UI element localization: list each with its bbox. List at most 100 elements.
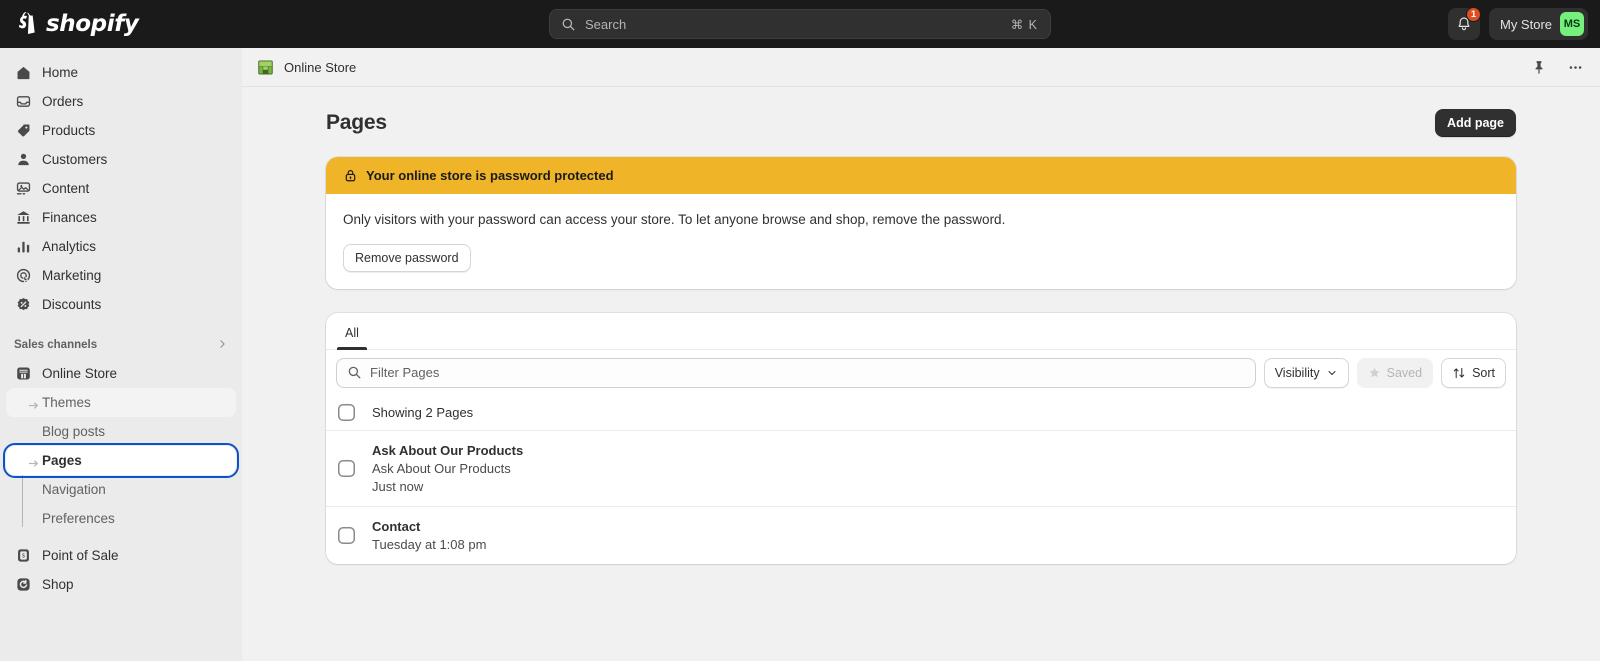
sort-button[interactable]: Sort [1441,358,1506,388]
shop-icon [14,575,33,594]
content-header: Online Store [242,48,1600,87]
search-icon [561,17,576,32]
saved-label: Saved [1387,366,1422,380]
sidebar-section-sales-channels[interactable]: Sales channels [6,331,236,359]
sidebar-item-label: Preferences [42,511,115,526]
banner-body: Only visitors with your password can acc… [326,194,1516,289]
online-store-green-icon [256,58,275,77]
sidebar-item-preferences[interactable]: Preferences [6,504,236,533]
breadcrumb-label: Online Store [284,60,356,75]
visibility-filter-button[interactable]: Visibility [1264,358,1349,388]
sidebar-item-discounts[interactable]: Discounts [6,290,236,319]
filter-placeholder: Filter Pages [370,365,439,380]
sidebar-item-label: Online Store [42,366,117,381]
storefront-icon [14,364,33,383]
row-title: Ask About Our Products [372,443,523,458]
row-subtitle: Ask About Our Products [372,461,523,476]
bar-chart-icon [14,237,33,256]
sidebar-item-label: Pages [42,453,82,468]
sidebar-item-finances[interactable]: Finances [6,203,236,232]
sidebar-item-label: Marketing [42,268,101,283]
notifications-button[interactable]: 1 [1448,8,1480,40]
search-placeholder: Search [585,17,1002,32]
saved-views-button: Saved [1357,358,1433,388]
sidebar-item-label: Blog posts [42,424,105,439]
content-image-icon [14,179,33,198]
sidebar-item-home[interactable]: Home [6,58,236,87]
sort-label: Sort [1472,366,1495,380]
search-input[interactable]: Search ⌘ K [549,9,1051,39]
content-header-actions [1528,56,1586,78]
discount-badge-icon [14,295,33,314]
row-title: Contact [372,519,486,534]
avatar: MS [1560,12,1584,36]
target-icon [14,266,33,285]
sidebar: Home Orders Products Customers Content [0,48,242,661]
row-timestamp: Just now [372,479,523,494]
shopify-logo[interactable]: shopify [14,10,138,38]
store-name-label: My Store [1500,17,1552,32]
row-checkbox[interactable] [338,460,355,477]
global-search[interactable]: Search ⌘ K [549,9,1051,39]
person-icon [14,150,33,169]
add-page-button[interactable]: Add page [1435,109,1516,137]
tab-bar: All [326,313,1516,350]
select-all-checkbox[interactable] [338,404,355,421]
visibility-label: Visibility [1275,366,1320,380]
sidebar-item-label: Themes [42,395,91,410]
sidebar-item-products[interactable]: Products [6,116,236,145]
table-row[interactable]: Contact Tuesday at 1:08 pm [326,507,1516,564]
store-menu-button[interactable]: My Store MS [1489,8,1588,40]
sidebar-item-label: Finances [42,210,97,225]
row-checkbox[interactable] [338,527,355,544]
sidebar-item-online-store[interactable]: Online Store [6,359,236,388]
product-tag-icon [14,121,33,140]
star-icon [1368,366,1381,379]
sidebar-item-customers[interactable]: Customers [6,145,236,174]
filter-bar: Filter Pages Visibility [326,350,1516,396]
tree-branch-arrow-icon [28,398,41,407]
ellipsis-icon [1567,59,1584,76]
sidebar-item-analytics[interactable]: Analytics [6,232,236,261]
pin-button[interactable] [1528,56,1550,78]
sidebar-item-blog-posts[interactable]: Blog posts [6,417,236,446]
lock-icon [343,168,358,183]
sidebar-item-pages[interactable]: Pages [6,446,236,475]
orders-inbox-icon [14,92,33,111]
svg-text:$: $ [22,552,25,559]
sidebar-item-navigation[interactable]: Navigation [6,475,236,504]
tab-all[interactable]: All [337,318,367,349]
sidebar-item-label: Point of Sale [42,548,119,563]
sidebar-item-themes[interactable]: Themes [6,388,236,417]
top-bar: shopify Search ⌘ K 1 My Store MS [0,0,1600,48]
banner-title: Your online store is password protected [366,168,614,183]
filter-pages-input[interactable]: Filter Pages [336,358,1256,388]
banner-header: Your online store is password protected [326,157,1516,194]
sidebar-item-label: Content [42,181,89,196]
section-label: Sales channels [14,339,97,351]
tree-branch-arrow-icon [28,456,41,465]
chevron-right-icon [216,338,228,353]
sidebar-item-shop[interactable]: Shop [6,570,236,599]
sidebar-item-point-of-sale[interactable]: $ Point of Sale [6,541,236,570]
notification-count-badge: 1 [1466,7,1481,22]
sidebar-item-marketing[interactable]: Marketing [6,261,236,290]
sidebar-item-label: Shop [42,577,74,592]
shopify-bag-icon [14,10,39,38]
chevron-down-icon [1326,367,1338,379]
table-row[interactable]: Ask About Our Products Ask About Our Pro… [326,431,1516,507]
topbar-right-actions: 1 My Store MS [1448,8,1588,40]
pin-icon [1531,59,1547,75]
shopify-wordmark: shopify [46,11,138,37]
banner-description: Only visitors with your password can acc… [343,210,1499,230]
sidebar-item-content[interactable]: Content [6,174,236,203]
row-content: Ask About Our Products Ask About Our Pro… [372,443,523,494]
more-actions-button[interactable] [1564,56,1586,78]
pos-icon: $ [14,546,33,565]
sidebar-item-orders[interactable]: Orders [6,87,236,116]
remove-password-button[interactable]: Remove password [343,244,471,272]
main-area: Online Store Pages [242,48,1600,661]
content-scroll-region[interactable]: Pages Add page Your online store is pass… [242,87,1600,661]
breadcrumb[interactable]: Online Store [256,58,356,77]
home-icon [14,63,33,82]
